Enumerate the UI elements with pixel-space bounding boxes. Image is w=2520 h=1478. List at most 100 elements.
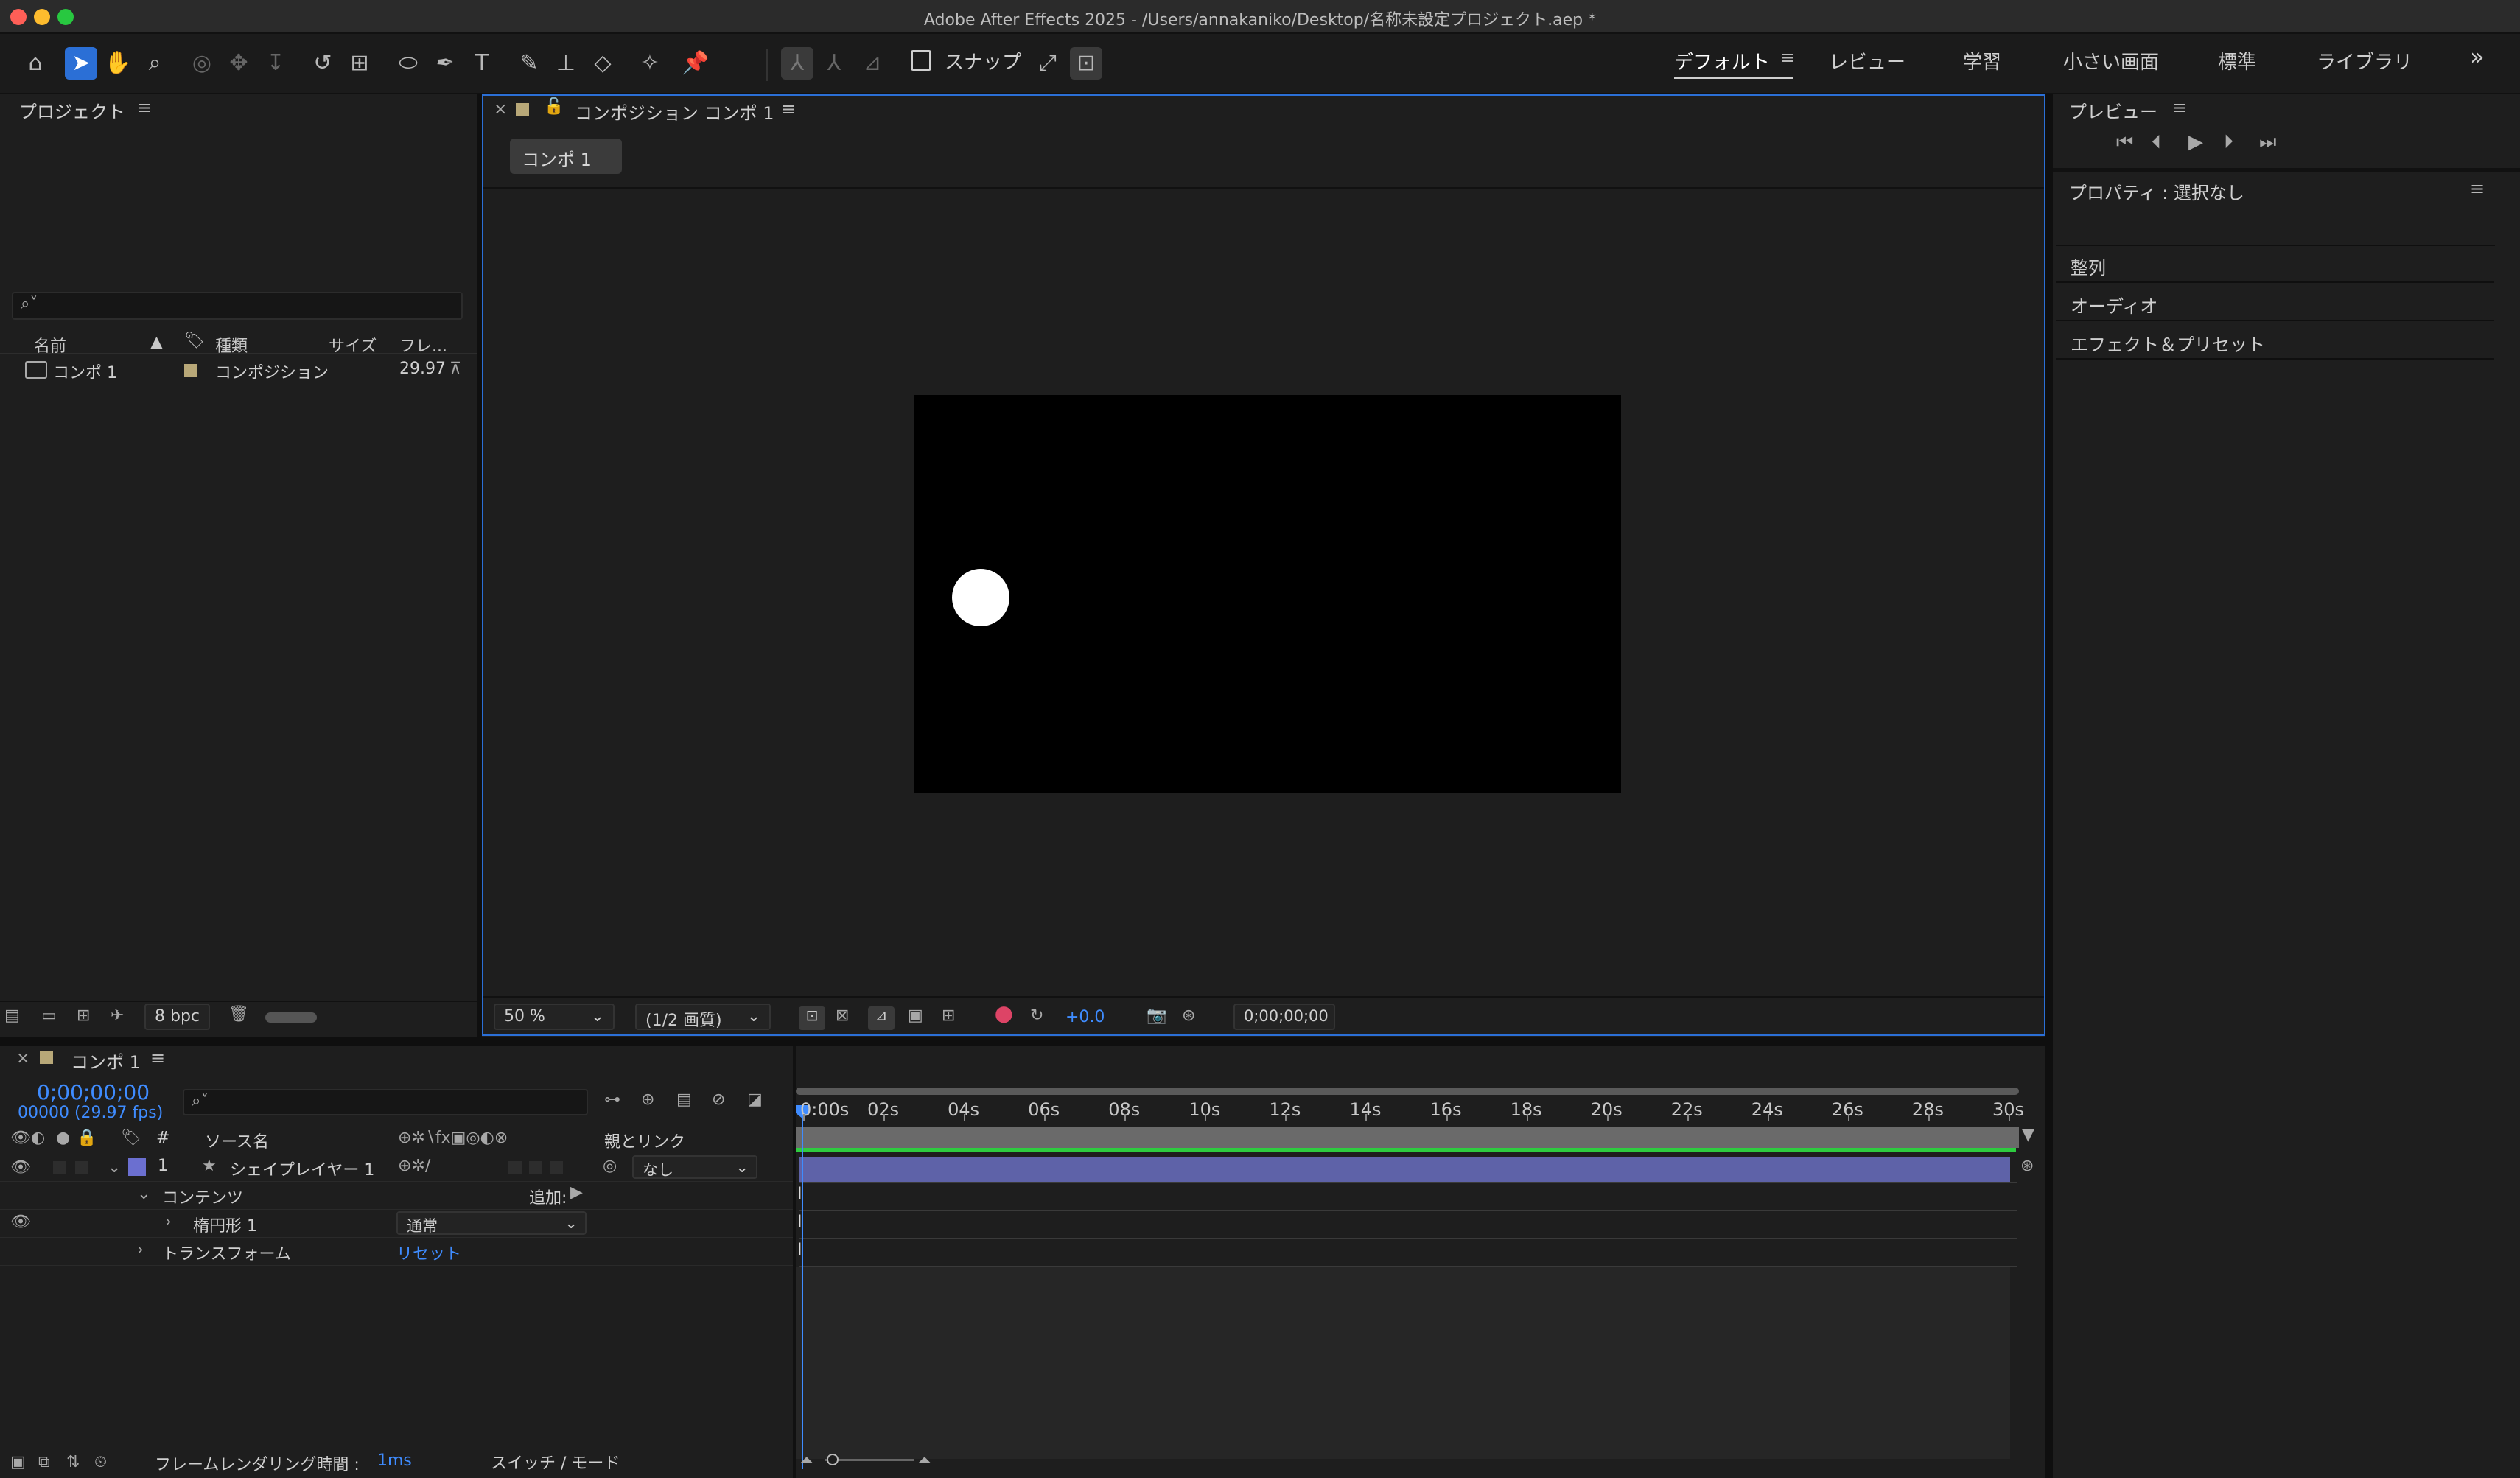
clone-stamp-icon[interactable]: ⊥ (550, 47, 582, 80)
timeline-search-input[interactable]: ⌕˅ (183, 1089, 588, 1115)
fast-previews-icon[interactable]: ⊡ (799, 1006, 825, 1030)
ellipse-visibility-icon[interactable]: 👁 (10, 1213, 31, 1231)
add-content-icon[interactable]: ▶ (570, 1183, 583, 1202)
workspace-small-screen[interactable]: 小さい画面 (2063, 47, 2159, 74)
timeline-empty-area[interactable] (796, 1267, 2010, 1459)
comp-button-icon[interactable]: ⊛ (2020, 1157, 2034, 1175)
shy-layers-icon[interactable]: ▤ (676, 1090, 692, 1109)
local-axis-icon[interactable]: ⅄ (781, 47, 813, 80)
in-out-toggle-icon[interactable]: ⇅ (66, 1453, 80, 1471)
timeline-tab[interactable]: コンポ 1 (71, 1048, 141, 1074)
time-navigator-bar[interactable] (796, 1088, 2019, 1095)
zoom-dropdown[interactable]: 50 % ⌄ (494, 1004, 615, 1030)
zoom-tool-icon[interactable]: ⌕ (139, 47, 171, 80)
label-tag-icon[interactable]: 🏷 (184, 332, 205, 350)
flowchart-icon[interactable]: ⊼ (449, 360, 461, 378)
pan-camera-icon[interactable]: ✥ (223, 47, 255, 80)
comp-mini-flowchart-icon[interactable]: ⊶ (604, 1090, 620, 1109)
column-type[interactable]: 種類 (215, 333, 248, 357)
workspace-default[interactable]: デフォルト (1674, 47, 1770, 74)
zoom-in-icon[interactable]: ⏶ (918, 1451, 931, 1470)
draft-3d-icon[interactable]: ⊕ (641, 1090, 654, 1109)
contents-row[interactable]: ⌄ コンテンツ 追加: ▶ (0, 1182, 796, 1210)
snap-checkbox[interactable] (911, 50, 931, 71)
effects-presets-section[interactable]: エフェクト＆プリセット (2056, 323, 2494, 360)
layer-expand-chevron-icon[interactable]: ⌄ (108, 1158, 121, 1177)
layer-switches-icon[interactable]: ⊕✲∕ (398, 1157, 430, 1175)
transfer-controls-toggle-icon[interactable]: ⧉ (38, 1453, 50, 1471)
composition-panel-menu-icon[interactable]: ≡ (781, 99, 796, 119)
bpc-button[interactable]: 8 bpc (144, 1004, 211, 1030)
switch-mode-toggle[interactable]: スイッチ / モード (491, 1450, 620, 1474)
show-snapshot-icon[interactable]: ⊛ (1182, 1006, 1195, 1025)
previous-frame-icon[interactable]: ⏴ (2152, 131, 2161, 154)
workspace-review[interactable]: レビュー (1829, 47, 1905, 74)
ellipse-group-row[interactable]: 👁 › 楕円形 1 通常 ⌄ (0, 1210, 796, 1238)
column-source-name[interactable]: ソース名 (205, 1129, 269, 1152)
workspace-libraries[interactable]: ライブラリ (2317, 47, 2412, 74)
properties-panel-menu-icon[interactable]: ≡ (2470, 178, 2485, 199)
world-axis-icon[interactable]: ⅄ (818, 47, 850, 80)
reset-link[interactable]: リセット (396, 1241, 461, 1264)
ellipse-tool-icon[interactable]: ⬭ (392, 47, 424, 80)
resolution-dropdown[interactable]: (1/2 画質) ⌄ (635, 1004, 771, 1030)
column-size[interactable]: サイズ (329, 333, 377, 357)
composition-canvas[interactable] (914, 395, 1621, 793)
adjustment-switch[interactable] (529, 1161, 542, 1174)
roto-brush-icon[interactable]: ✧ (634, 47, 666, 80)
first-frame-icon[interactable]: ⏮ (2116, 131, 2133, 154)
project-search-input[interactable]: ⌕˅ (12, 292, 463, 320)
adjust-settings-icon[interactable]: ✈ (111, 1006, 124, 1025)
transparency-grid-icon[interactable]: ⊠ (836, 1006, 849, 1025)
work-area-bar[interactable] (796, 1127, 2019, 1148)
next-frame-icon[interactable]: ⏵ (2224, 131, 2233, 154)
zoom-out-icon[interactable]: ⏶ (800, 1451, 813, 1470)
selection-tool-icon[interactable]: ➤ (65, 47, 97, 80)
layer-label-swatch[interactable] (128, 1158, 146, 1176)
interpret-footage-icon[interactable]: ▤ (4, 1006, 20, 1025)
new-composition-icon[interactable]: ⊞ (77, 1006, 90, 1025)
timeline-timecode[interactable]: 0;00;00;00 (37, 1080, 150, 1104)
frame-blending-icon[interactable]: ⊘ (712, 1090, 725, 1109)
audio-section[interactable]: オーディオ (2056, 284, 2494, 321)
transform-row[interactable]: › トランスフォーム リセット (0, 1238, 796, 1266)
new-folder-icon[interactable]: ▭ (41, 1006, 57, 1025)
snap-target-icon[interactable]: ⊡ (1070, 47, 1102, 80)
play-icon[interactable]: ▶ (2188, 131, 2203, 153)
ellipse-expand-icon[interactable]: › (165, 1213, 172, 1231)
video-toggle-icon[interactable]: 👁 (10, 1158, 31, 1177)
comp-marker-bin-icon[interactable]: ▼ (2022, 1126, 2034, 1144)
channel-icon[interactable]: ⬤ (995, 1005, 1013, 1023)
grid-guides-icon[interactable]: ⊞ (942, 1006, 955, 1025)
preview-panel-menu-icon[interactable]: ≡ (2172, 97, 2187, 118)
view-axis-icon[interactable]: ⊿ (856, 47, 889, 80)
viewer-timecode[interactable]: 0;00;00;00 (1233, 1004, 1335, 1030)
zoom-slider-handle[interactable] (827, 1454, 839, 1465)
playhead[interactable] (802, 1108, 803, 1469)
ellipse-label[interactable]: 楕円形 1 (193, 1213, 257, 1236)
orbit-camera-icon[interactable]: ◎ (186, 47, 218, 80)
layer-switches-toggle-icon[interactable]: ▣ (10, 1453, 26, 1471)
mask-visibility-icon[interactable]: ⊿ (868, 1006, 895, 1030)
dolly-camera-icon[interactable]: ↧ (259, 47, 292, 80)
last-frame-icon[interactable]: ⏭ (2259, 131, 2276, 154)
parent-dropdown[interactable]: なし ⌄ (632, 1155, 757, 1179)
align-section[interactable]: 整列 (2056, 246, 2494, 283)
project-panel-menu-icon[interactable]: ≡ (137, 97, 152, 118)
region-of-interest-icon[interactable]: ▣ (908, 1006, 923, 1025)
close-timeline-icon[interactable]: × (16, 1049, 29, 1068)
eraser-icon[interactable]: ◇ (587, 47, 619, 80)
pick-whip-icon[interactable]: ◎ (603, 1157, 617, 1175)
trash-icon[interactable]: 🗑 (228, 1005, 249, 1023)
layer-name[interactable]: シェイプレイヤー 1 (230, 1157, 374, 1180)
thumbnail-slider[interactable] (265, 1012, 317, 1023)
pan-behind-icon[interactable]: ⊞ (343, 47, 376, 80)
sort-ascending-icon[interactable]: ▲ (150, 333, 163, 351)
motion-blur-icon[interactable]: ◪ (747, 1090, 763, 1109)
comp-breadcrumb-button[interactable]: コンポ 1 (510, 139, 622, 174)
home-icon[interactable]: ⌂ (19, 47, 52, 80)
column-frame-rate[interactable]: フレ... (399, 333, 447, 357)
lock-icon[interactable]: 🔓 (544, 97, 564, 116)
project-item-row[interactable]: コンポ 1 コンポジション 29.97 ⊼ (0, 358, 477, 382)
workspace-standard[interactable]: 標準 (2218, 47, 2256, 74)
